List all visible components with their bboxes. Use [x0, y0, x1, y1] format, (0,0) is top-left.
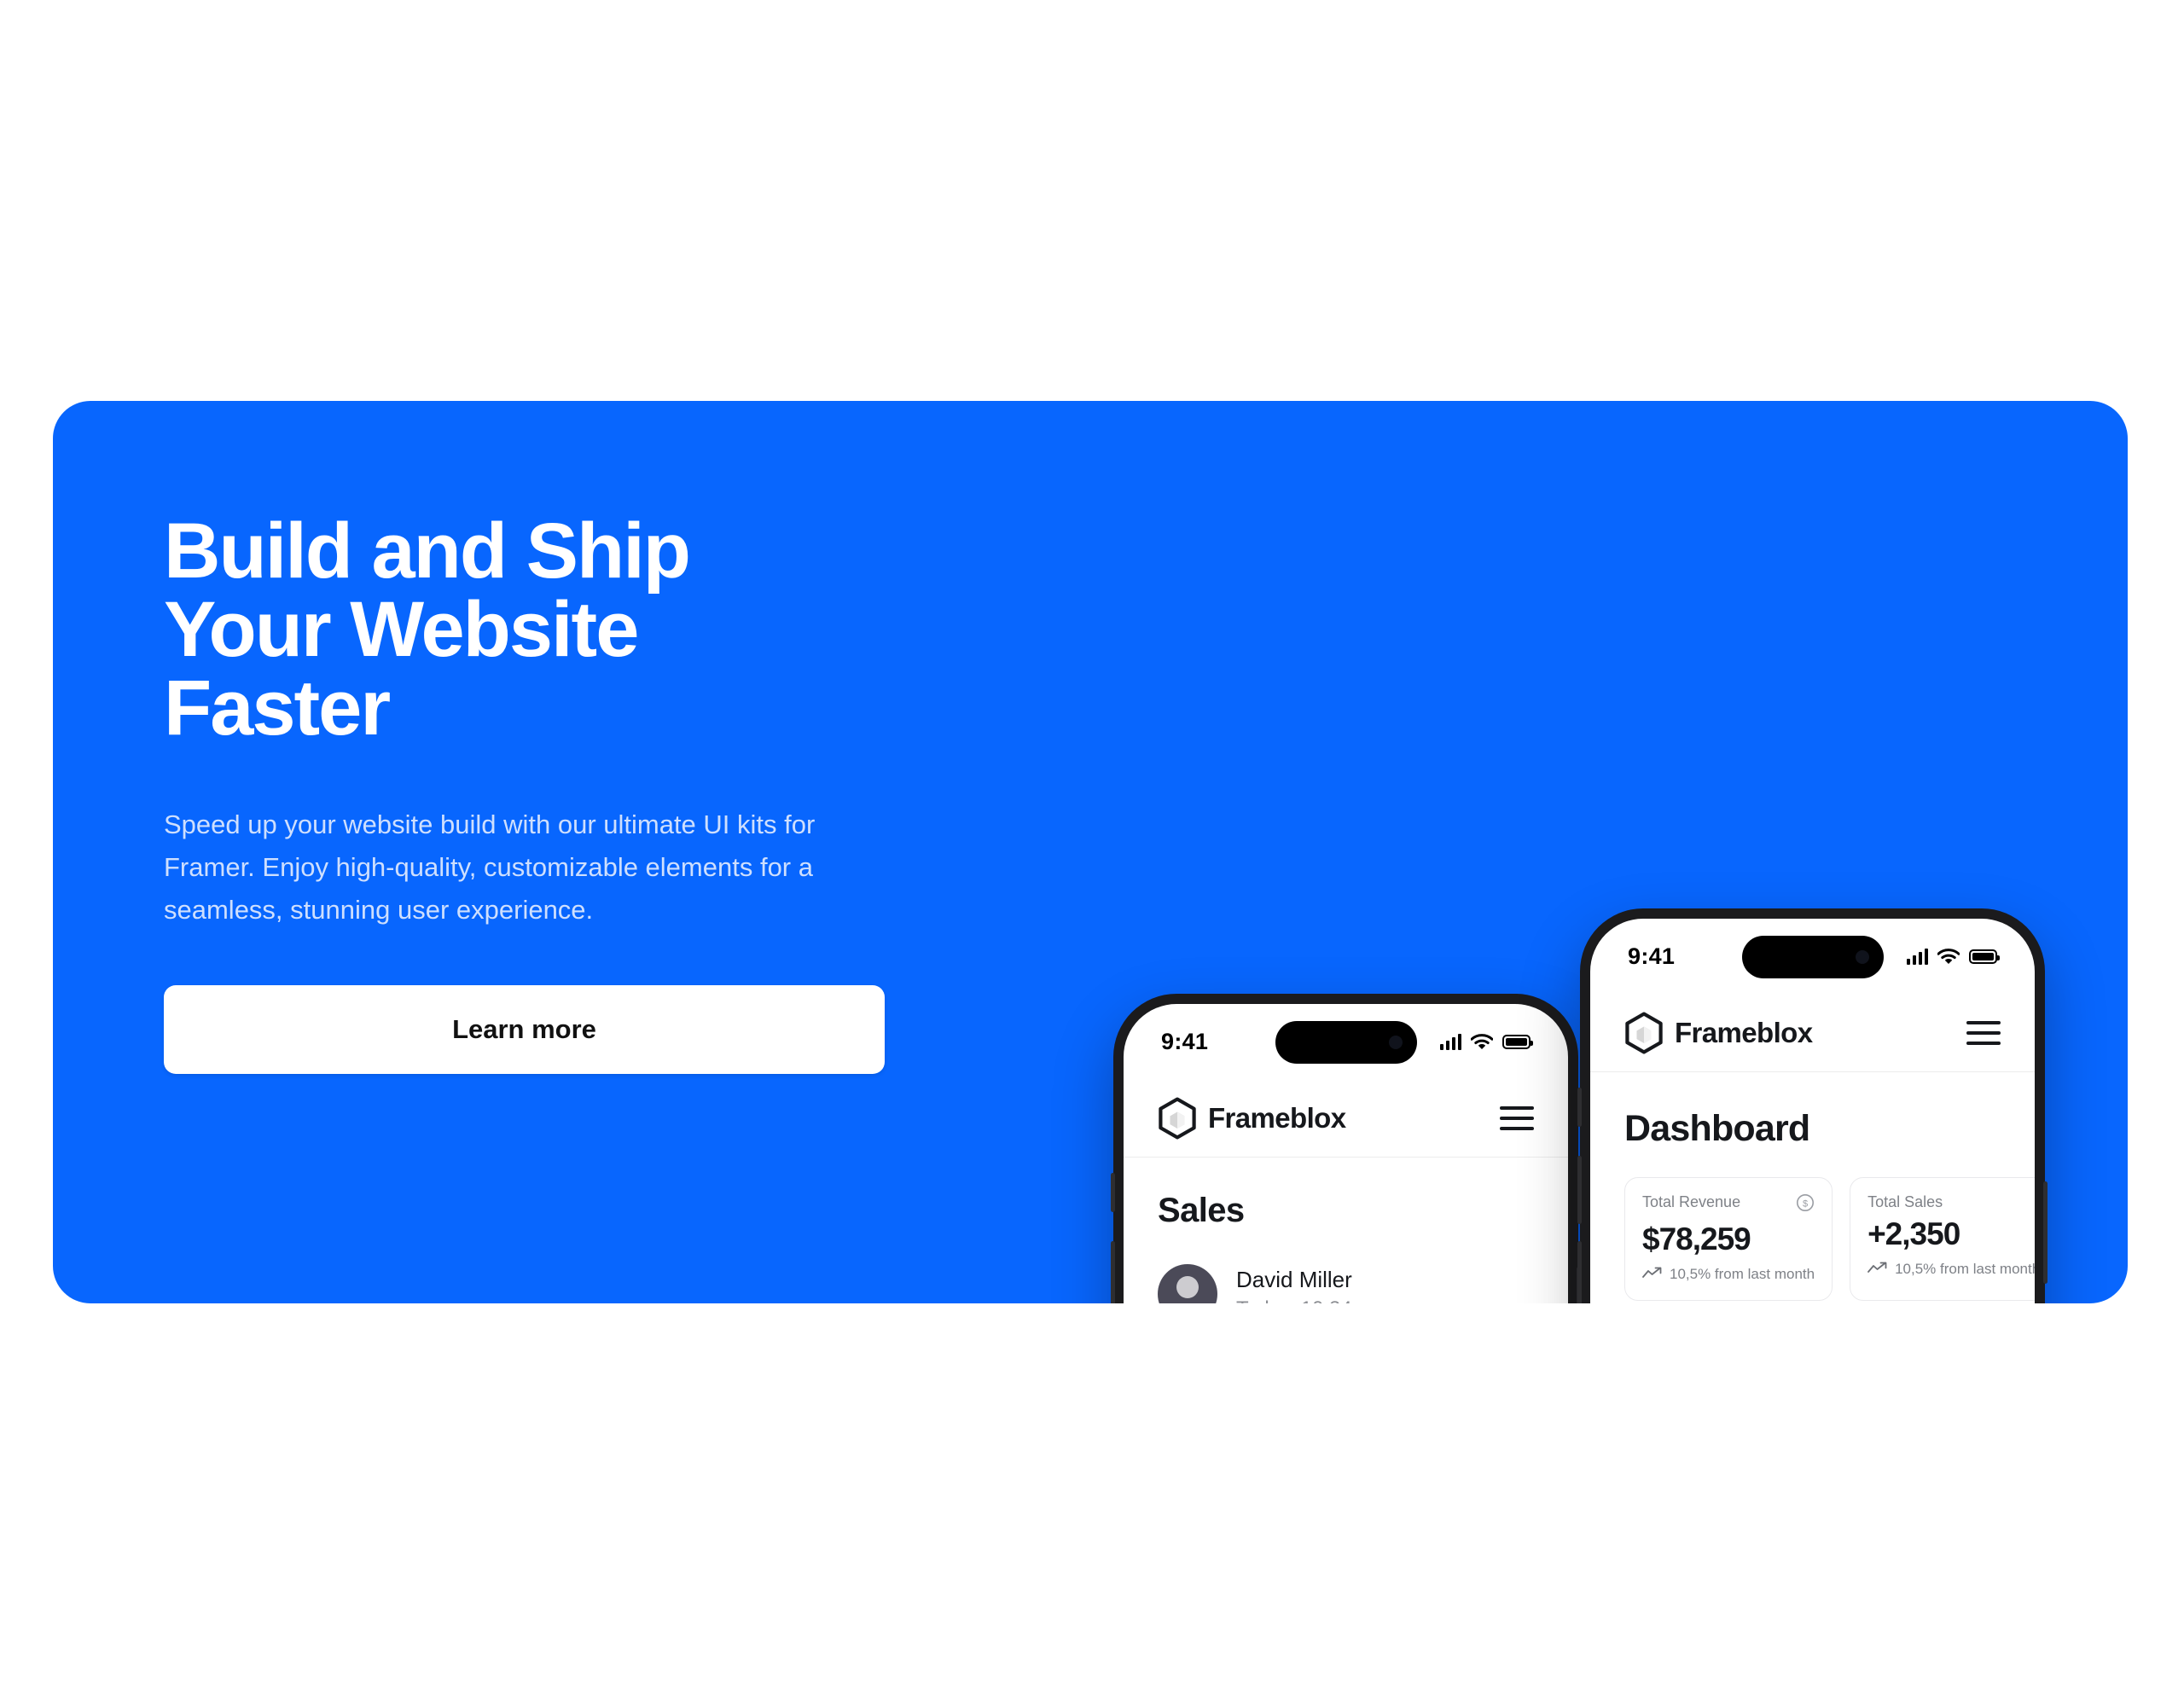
- learn-more-button[interactable]: Learn more: [164, 984, 885, 1074]
- battery-icon: [1502, 1034, 1533, 1049]
- list-item[interactable]: David Miller Today, 10:34: [1158, 1252, 1534, 1303]
- brand[interactable]: Frameblox: [1624, 1012, 1813, 1054]
- status-bar: 9:41: [1590, 919, 2035, 994]
- brand-name: Frameblox: [1208, 1101, 1346, 1134]
- brand[interactable]: Frameblox: [1158, 1097, 1346, 1140]
- phone-mockup-sales: 9:41 Frameblox Sales David Miller: [1111, 994, 1581, 1303]
- frameblox-hexagon-logo-icon: [1159, 1097, 1196, 1139]
- wifi-icon: [1471, 1033, 1493, 1049]
- sale-customer-name: David Miller: [1236, 1267, 1352, 1292]
- stat-card: Total Sales +2,350 10,5% from last month: [1850, 1177, 2035, 1301]
- battery-icon: [1969, 949, 2000, 964]
- dashboard-screen: Dashboard Total Revenue $ $78,259 10,5% fro…: [1590, 1108, 2035, 1303]
- page-title: Build and Ship Your Website Faster: [164, 508, 691, 751]
- app-header: Frameblox: [1124, 1079, 1568, 1158]
- phone-mockup-dashboard: 9:41 Frameblox Dashboard Total Revenue $…: [1577, 908, 2048, 1303]
- phone-mute-button[interactable]: [1577, 1088, 1582, 1127]
- hero-card: Build and Ship Your Website Faster Speed…: [53, 401, 2128, 1303]
- stat-label: Total Revenue: [1642, 1193, 1741, 1210]
- hero-subtitle: Speed up your website build with our ult…: [164, 809, 816, 926]
- stat-delta-text: 10,5% from last month: [1670, 1266, 1815, 1282]
- wifi-icon: [1937, 948, 1960, 964]
- sales-screen: Sales David MillerToday, 10:34Emily John…: [1124, 1192, 1568, 1303]
- dollar-circle-icon: $: [1796, 1193, 1815, 1216]
- front-camera-icon: [1388, 1036, 1403, 1049]
- cellular-signal-icon: [1906, 948, 1928, 965]
- svg-text:$: $: [1803, 1198, 1808, 1209]
- frameblox-hexagon-logo-icon: [1625, 1012, 1663, 1053]
- stat-value: +2,350: [1867, 1216, 1960, 1251]
- phone-volume-down-button[interactable]: [1577, 1241, 1582, 1303]
- stat-delta-text: 10,5% from last month: [1895, 1261, 2035, 1277]
- status-time: 9:41: [1628, 943, 1676, 969]
- status-icons: [1906, 948, 2000, 965]
- stat-card-row: Total Revenue $ $78,259 10,5% from last mon…: [1624, 1177, 2035, 1301]
- trend-up-icon: [1642, 1266, 1663, 1283]
- screen-title: Dashboard: [1624, 1108, 1810, 1149]
- stat-value: $78,259: [1642, 1221, 1751, 1256]
- trend-up-icon: [1867, 1261, 1888, 1278]
- phone-screen-sales: 9:41 Frameblox Sales David Miller: [1124, 1004, 1568, 1303]
- phone-volume-up-button[interactable]: [1111, 1241, 1115, 1303]
- front-camera-icon: [1855, 950, 1869, 964]
- sales-list: David MillerToday, 10:34Emily JohnsonTod…: [1158, 1252, 1534, 1303]
- hamburger-menu-icon[interactable]: [1966, 1020, 2001, 1045]
- hero-text-column: Build and Ship Your Website Faster Speed…: [164, 508, 885, 1074]
- sale-timestamp: Today, 10:34: [1236, 1297, 1352, 1303]
- screen-title: Sales: [1158, 1192, 1245, 1229]
- phone-mute-button[interactable]: [1111, 1173, 1115, 1212]
- dynamic-island: [1275, 1021, 1417, 1064]
- dynamic-island: [1741, 936, 1884, 978]
- status-bar: 9:41: [1124, 1004, 1568, 1079]
- avatar: [1158, 1264, 1217, 1303]
- status-time: 9:41: [1161, 1028, 1209, 1054]
- app-header: Frameblox: [1590, 994, 2035, 1072]
- phone-volume-up-button[interactable]: [1577, 1156, 1582, 1224]
- stat-card: Total Revenue $ $78,259 10,5% from last mon…: [1624, 1177, 1833, 1301]
- status-icons: [1439, 1033, 1533, 1050]
- phone-power-button[interactable]: [2043, 1181, 2048, 1284]
- brand-name: Frameblox: [1675, 1016, 1813, 1048]
- phone-screen-dashboard: 9:41 Frameblox Dashboard Total Revenue $…: [1590, 919, 2035, 1303]
- hamburger-menu-icon[interactable]: [1500, 1105, 1534, 1130]
- stat-label: Total Sales: [1867, 1193, 1943, 1210]
- cellular-signal-icon: [1439, 1033, 1461, 1050]
